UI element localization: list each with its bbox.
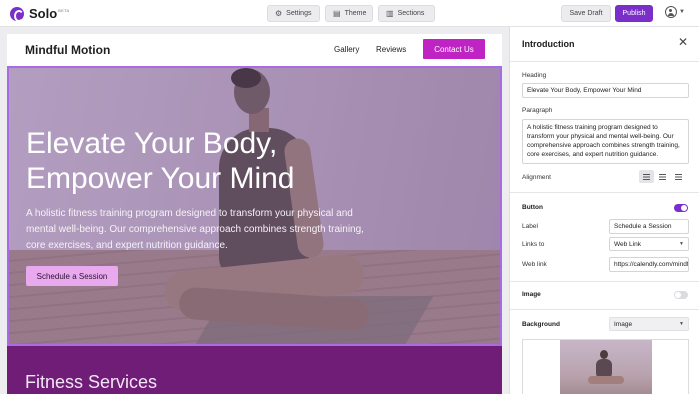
- schedule-session-button[interactable]: Schedule a Session: [26, 266, 118, 286]
- close-icon[interactable]: ✕: [678, 36, 688, 48]
- beta-badge: BETA: [58, 7, 70, 13]
- top-toolbar: Solo BETA ⚙ Settings ▤ Theme ▥ Sections …: [0, 0, 699, 27]
- web-link-label: Web link: [522, 261, 547, 268]
- divider: [510, 309, 699, 310]
- align-right-icon: [675, 173, 682, 180]
- site-header: Mindful Motion Gallery Reviews Contact U…: [7, 34, 502, 66]
- image-section-title: Image: [522, 291, 541, 298]
- alignment-group: [639, 170, 686, 183]
- nav-link-reviews[interactable]: Reviews: [376, 45, 406, 54]
- divider: [510, 281, 699, 282]
- panel-title: Introduction: [522, 39, 575, 49]
- paragraph-label: Paragraph: [522, 107, 553, 114]
- chevron-down-icon: ▼: [679, 321, 684, 327]
- chevron-down-icon: ▼: [679, 9, 685, 15]
- paragraph-textarea[interactable]: A holistic fitness training program desi…: [522, 119, 689, 164]
- button-label-label: Label: [522, 223, 538, 230]
- background-section-title: Background: [522, 321, 560, 328]
- introduction-section[interactable]: Elevate Your Body, Empower Your Mind A h…: [7, 66, 502, 346]
- align-left-button[interactable]: [639, 170, 654, 183]
- divider: [510, 192, 699, 193]
- user-circle-icon: [665, 6, 677, 18]
- button-section-title: Button: [522, 204, 543, 211]
- heading-input[interactable]: Elevate Your Body, Empower Your Mind: [522, 83, 689, 98]
- links-to-value: Web Link: [614, 240, 641, 248]
- app-name: Solo: [29, 6, 58, 21]
- save-draft-button[interactable]: Save Draft: [561, 5, 611, 22]
- links-to-label: Links to: [522, 241, 545, 248]
- button-label-input[interactable]: Schedule a Session: [609, 219, 689, 234]
- hero-heading[interactable]: Elevate Your Body, Empower Your Mind: [26, 126, 346, 196]
- web-link-input[interactable]: https://calendly.com/mindfulmotion: [609, 257, 689, 272]
- services-heading: Fitness Services: [25, 372, 158, 392]
- background-thumbnail: [560, 340, 652, 394]
- divider: [510, 61, 699, 62]
- align-right-button[interactable]: [671, 170, 686, 183]
- editor-canvas: Mindful Motion Gallery Reviews Contact U…: [0, 27, 509, 394]
- align-center-button[interactable]: [655, 170, 670, 183]
- hero-paragraph[interactable]: A holistic fitness training program desi…: [26, 206, 376, 254]
- fitness-services-section[interactable]: Fitness Services: [7, 346, 502, 394]
- sections-button[interactable]: ▥ Sections: [378, 5, 435, 22]
- alignment-label: Alignment: [522, 174, 551, 181]
- site-preview: Mindful Motion Gallery Reviews Contact U…: [7, 34, 502, 394]
- sliders-icon: ⚙: [275, 8, 283, 18]
- app-logo[interactable]: Solo BETA: [10, 6, 70, 22]
- button-toggle[interactable]: [674, 204, 688, 212]
- settings-label: Settings: [286, 10, 312, 17]
- background-type-select[interactable]: Image ▼: [609, 317, 689, 331]
- user-menu[interactable]: ▼: [665, 6, 685, 18]
- align-center-icon: [659, 173, 666, 180]
- theme-button[interactable]: ▤ Theme: [325, 5, 373, 22]
- palette-icon: ▤: [333, 8, 341, 18]
- layout-icon: ▥: [386, 8, 394, 18]
- contact-us-button[interactable]: Contact Us: [423, 39, 485, 59]
- sections-label: Sections: [397, 10, 425, 17]
- align-left-icon: [643, 173, 650, 180]
- section-settings-panel: Introduction ✕ Heading Elevate Your Body…: [509, 27, 699, 394]
- theme-label: Theme: [344, 10, 367, 17]
- background-image-preview[interactable]: [522, 339, 689, 394]
- settings-button[interactable]: ⚙ Settings: [267, 5, 320, 22]
- image-toggle[interactable]: [674, 291, 688, 299]
- links-to-select[interactable]: Web Link ▼: [609, 237, 689, 251]
- background-type-value: Image: [614, 320, 633, 328]
- heading-label: Heading: [522, 72, 547, 79]
- publish-button[interactable]: Publish: [615, 5, 653, 22]
- solo-logo-icon: [10, 6, 24, 22]
- nav-link-gallery[interactable]: Gallery: [334, 45, 359, 54]
- chevron-down-icon: ▼: [679, 241, 684, 247]
- site-brand[interactable]: Mindful Motion: [25, 43, 110, 57]
